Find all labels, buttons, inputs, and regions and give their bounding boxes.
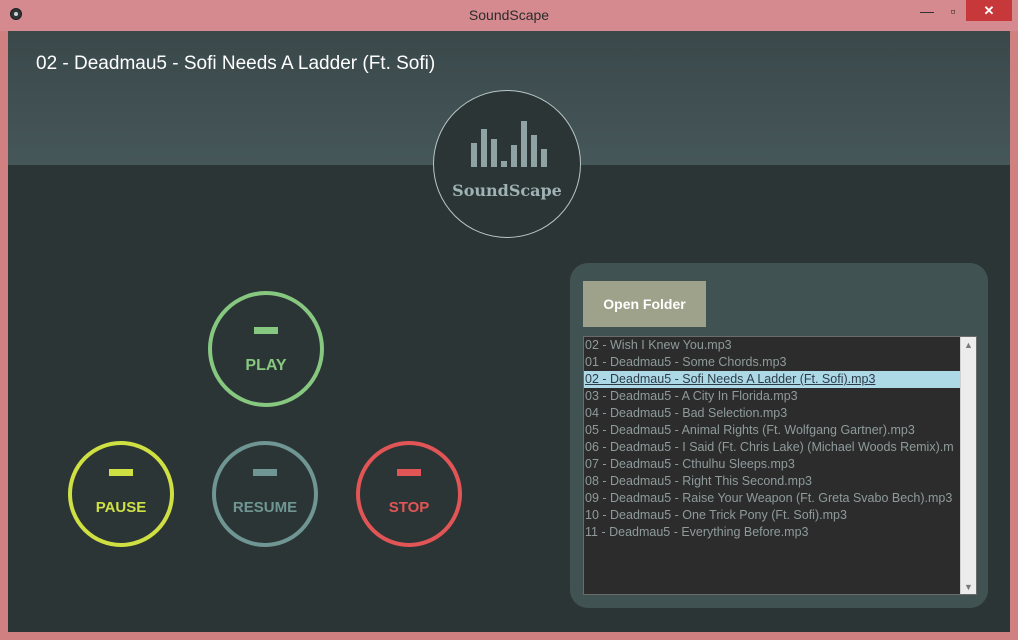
playlist-item[interactable]: 09 - Deadmau5 - Raise Your Weapon (Ft. G…: [584, 490, 961, 507]
stop-label: STOP: [388, 499, 430, 516]
playlist-scrollbar[interactable]: ▲ ▼: [960, 337, 976, 594]
open-folder-button[interactable]: Open Folder: [583, 281, 706, 327]
now-playing-title: 02 - Deadmau5 - Sofi Needs A Ladder (Ft.…: [36, 53, 436, 74]
play-button[interactable]: PLAY: [208, 291, 324, 407]
playlist-item[interactable]: 07 - Deadmau5 - Cthulhu Sleeps.mp3: [584, 456, 961, 473]
maximize-icon: ▫: [950, 2, 956, 19]
pause-label: PAUSE: [95, 499, 147, 516]
playlist-item[interactable]: 11 - Deadmau5 - Everything Before.mp3: [584, 524, 961, 541]
pause-indicator-icon: [109, 469, 133, 476]
resume-button[interactable]: RESUME: [212, 441, 318, 547]
playlist-item[interactable]: 04 - Deadmau5 - Bad Selection.mp3: [584, 405, 961, 422]
playlist-item-selected[interactable]: 02 - Deadmau5 - Sofi Needs A Ladder (Ft.…: [584, 371, 960, 388]
title-bar: SoundScape — ▫ ✕: [0, 0, 1018, 31]
maximize-button[interactable]: ▫: [940, 0, 966, 21]
minimize-icon: —: [920, 2, 934, 19]
scroll-up-icon[interactable]: ▲: [961, 337, 976, 352]
minimize-button[interactable]: —: [914, 0, 940, 21]
playlist-items: 02 - Wish I Knew You.mp3 01 - Deadmau5 -…: [584, 337, 961, 594]
playlist-item[interactable]: 10 - Deadmau5 - One Trick Pony (Ft. Sofi…: [584, 507, 961, 524]
stop-indicator-icon: [397, 469, 421, 476]
stop-button[interactable]: STOP: [356, 441, 462, 547]
playlist-item[interactable]: 03 - Deadmau5 - A City In Florida.mp3: [584, 388, 961, 405]
app-client-area: 02 - Deadmau5 - Sofi Needs A Ladder (Ft.…: [8, 31, 1010, 632]
playlist-item[interactable]: 01 - Deadmau5 - Some Chords.mp3: [584, 354, 961, 371]
playlist-item[interactable]: 06 - Deadmau5 - I Said (Ft. Chris Lake) …: [584, 439, 961, 456]
playlist-item[interactable]: 08 - Deadmau5 - Right This Second.mp3: [584, 473, 961, 490]
playlist-panel: Open Folder 02 - Wish I Knew You.mp3 01 …: [570, 263, 988, 608]
logo-text: SoundScape: [452, 181, 562, 200]
playlist-listbox[interactable]: 02 - Wish I Knew You.mp3 01 - Deadmau5 -…: [583, 336, 977, 595]
close-icon: ✕: [983, 2, 995, 18]
play-indicator-icon: [254, 327, 278, 334]
playlist-item[interactable]: 02 - Wish I Knew You.mp3: [584, 337, 961, 354]
playlist-item[interactable]: 05 - Deadmau5 - Animal Rights (Ft. Wolfg…: [584, 422, 961, 439]
play-label: PLAY: [245, 357, 287, 374]
resume-label: RESUME: [232, 499, 298, 516]
resume-indicator-icon: [253, 469, 277, 476]
close-button[interactable]: ✕: [966, 0, 1012, 21]
window-title: SoundScape: [468, 7, 550, 23]
logo: SoundScape: [433, 90, 581, 238]
pause-button[interactable]: PAUSE: [68, 441, 174, 547]
equalizer-bars-icon: [471, 121, 547, 167]
scroll-down-icon[interactable]: ▼: [961, 579, 976, 594]
